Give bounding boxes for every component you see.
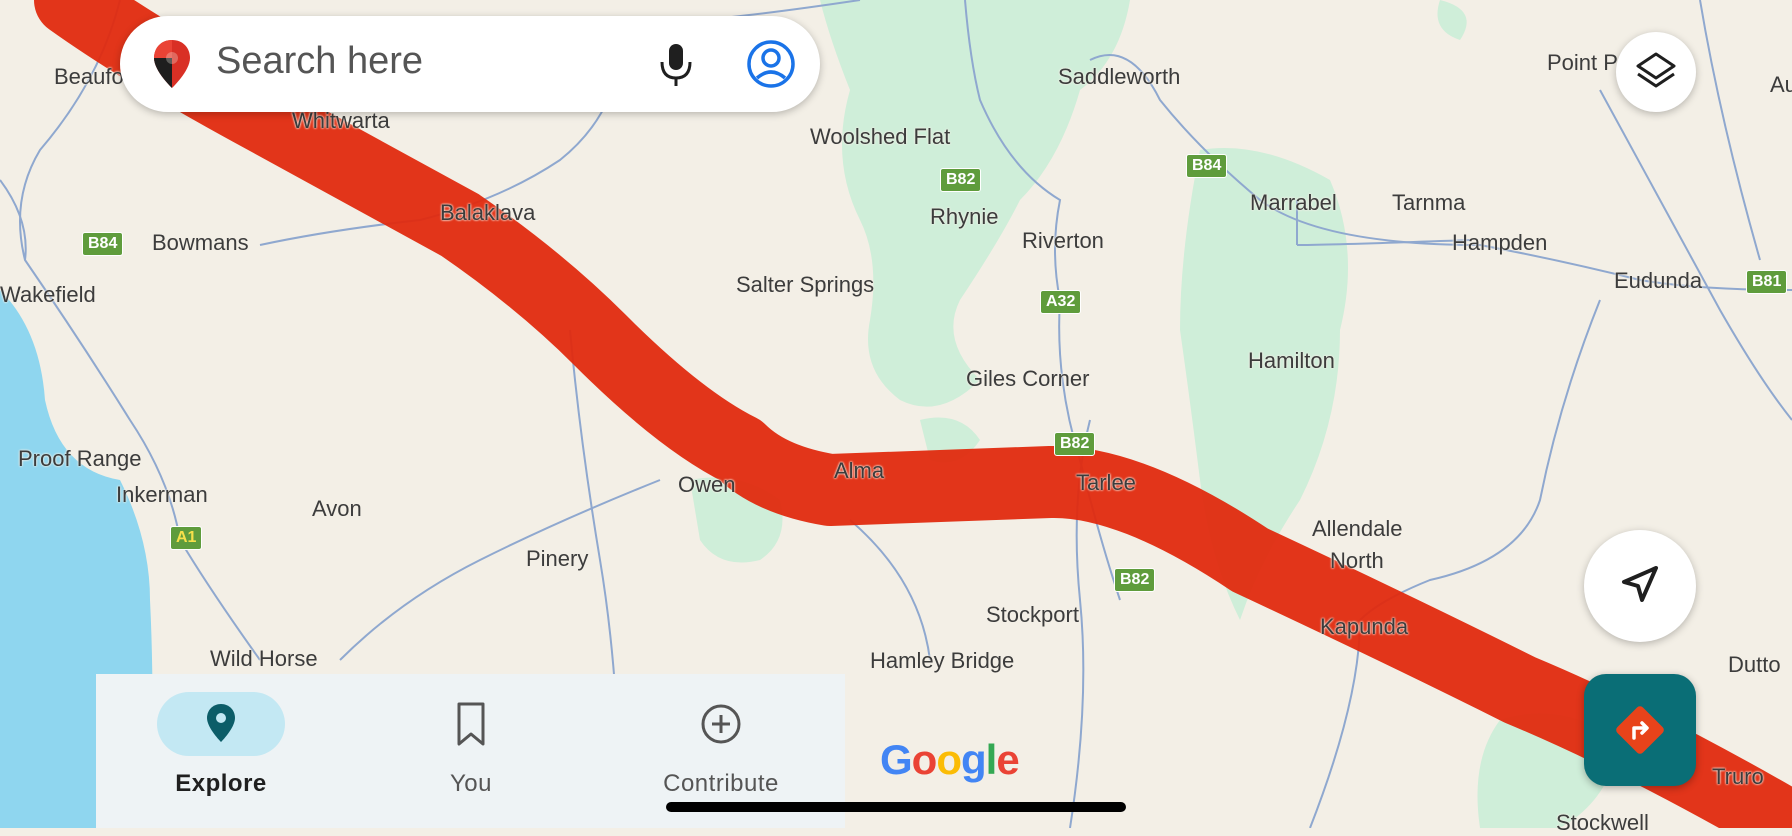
google-logo: Google — [880, 736, 1020, 784]
road-shield: A32 — [1040, 290, 1082, 314]
road-shield: B82 — [1114, 568, 1156, 592]
place-label[interactable]: Marrabel — [1250, 190, 1337, 216]
nav-pill — [407, 692, 535, 756]
logo-letter: G — [880, 736, 913, 783]
nav-active-indicator — [157, 692, 285, 756]
place-label[interactable]: Saddleworth — [1058, 64, 1180, 90]
microphone-icon[interactable] — [652, 38, 700, 90]
place-label[interactable]: Dutto — [1728, 652, 1781, 678]
nav-label-explore: Explore — [175, 770, 267, 797]
place-label[interactable]: Wild Horse — [210, 646, 318, 672]
place-label[interactable]: Proof Range — [18, 446, 142, 472]
place-label[interactable]: North — [1330, 548, 1384, 574]
nav-item-explore[interactable]: Explore — [121, 684, 321, 814]
place-pin-icon — [207, 704, 235, 742]
nav-item-you[interactable]: You — [371, 684, 571, 814]
place-label[interactable]: Stockwell — [1556, 810, 1649, 836]
search-input[interactable]: Search here — [216, 40, 423, 83]
place-label[interactable]: Riverton — [1022, 228, 1104, 254]
place-label[interactable]: Woolshed Flat — [810, 124, 950, 150]
home-indicator[interactable] — [666, 802, 1126, 812]
place-label[interactable]: Hampden — [1452, 230, 1547, 256]
add-circle-icon — [701, 704, 741, 744]
place-label[interactable]: Allendale — [1312, 516, 1403, 542]
nav-label-contribute: Contribute — [663, 770, 779, 797]
place-label[interactable]: Truro — [1712, 764, 1764, 790]
road-shield: B82 — [940, 168, 982, 192]
my-location-button[interactable] — [1584, 530, 1696, 642]
place-label[interactable]: Point P — [1547, 50, 1618, 76]
place-label[interactable]: Tarnma — [1392, 190, 1465, 216]
place-label[interactable]: Owen — [678, 472, 735, 498]
place-label[interactable]: Bowmans — [152, 230, 249, 256]
place-label[interactable]: Giles Corner — [966, 366, 1089, 392]
place-label[interactable]: Au — [1770, 72, 1792, 98]
layers-icon — [1636, 52, 1676, 88]
logo-letter: l — [985, 736, 998, 783]
place-label[interactable]: Alma — [834, 458, 884, 484]
directions-icon — [1616, 706, 1664, 754]
logo-letter: e — [996, 736, 1019, 783]
navigation-arrow-icon — [1622, 566, 1658, 602]
road-shield: B84 — [82, 232, 124, 256]
place-label[interactable]: Salter Springs — [736, 272, 874, 298]
search-bar[interactable]: Search here — [120, 16, 820, 112]
road-shield: B81 — [1746, 270, 1788, 294]
place-label[interactable]: Tarlee — [1076, 470, 1136, 496]
road-shield: B82 — [1054, 432, 1096, 456]
place-label[interactable]: Balaklava — [440, 200, 535, 226]
place-label[interactable]: Wakefield — [0, 282, 96, 308]
place-label[interactable]: Pinery — [526, 546, 588, 572]
logo-letter: o — [936, 736, 962, 783]
place-label[interactable]: Hamley Bridge — [870, 648, 1014, 674]
place-label[interactable]: Beaufo — [54, 64, 124, 90]
layers-button[interactable] — [1616, 32, 1696, 112]
google-maps-logo-icon — [154, 40, 190, 88]
nav-label-you: You — [450, 770, 492, 797]
logo-letter: o — [911, 736, 938, 783]
place-label[interactable]: Eudunda — [1614, 268, 1702, 294]
logo-letter: g — [960, 736, 987, 783]
place-label[interactable]: Kapunda — [1320, 614, 1408, 640]
road-shield: B84 — [1186, 154, 1228, 178]
place-label[interactable]: Hamilton — [1248, 348, 1335, 374]
place-label[interactable]: Avon — [312, 496, 362, 522]
bookmark-icon — [457, 702, 485, 746]
road-shield: A1 — [170, 526, 203, 550]
account-icon[interactable] — [745, 38, 797, 90]
nav-item-contribute[interactable]: Contribute — [621, 684, 821, 814]
nav-pill — [657, 692, 785, 756]
place-label[interactable]: Inkerman — [116, 482, 208, 508]
directions-button[interactable] — [1584, 674, 1696, 786]
place-label[interactable]: Stockport — [986, 602, 1079, 628]
place-label[interactable]: Rhynie — [930, 204, 998, 230]
